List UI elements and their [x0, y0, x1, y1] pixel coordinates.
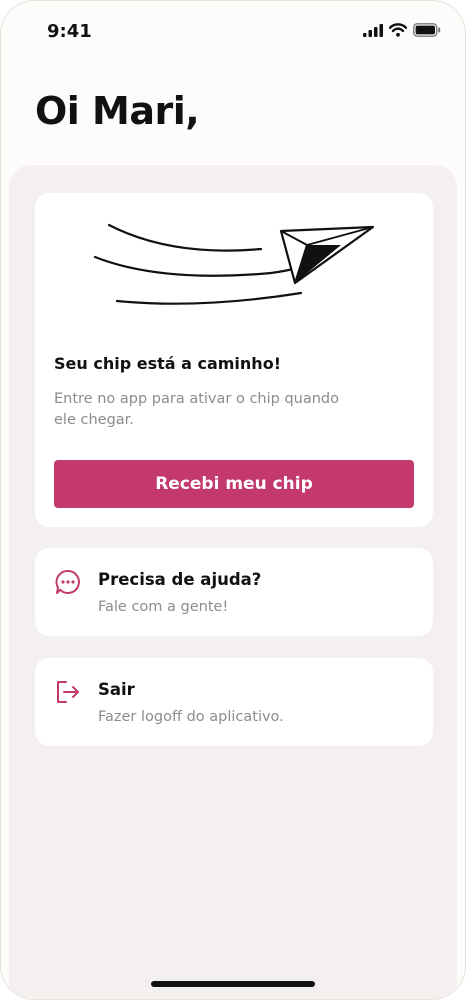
received-chip-button[interactable]: Recebi meu chip: [54, 460, 414, 508]
logout-card-subtitle: Fazer logoff do aplicativo.: [98, 709, 284, 725]
status-bar: 9:41: [1, 1, 465, 63]
status-time: 9:41: [47, 21, 92, 42]
phone-frame: 9:41 Oi Mari, Seu chip está a caminho! E…: [0, 0, 466, 1000]
logout-card-title: Sair: [98, 680, 135, 699]
logout-card[interactable]: Sair Fazer logoff do aplicativo.: [35, 658, 433, 746]
help-card-subtitle: Fale com a gente!: [98, 599, 229, 615]
cellular-signal-icon: [363, 23, 383, 37]
status-icons: [363, 23, 441, 37]
home-indicator[interactable]: [151, 981, 315, 987]
page-title: Oi Mari,: [35, 89, 200, 133]
chat-bubble-icon: [55, 569, 80, 594]
wifi-icon: [389, 23, 407, 37]
battery-icon: [413, 23, 441, 37]
paper-plane-illustration: [93, 223, 375, 305]
help-card[interactable]: Precisa de ajuda? Fale com a gente!: [35, 548, 433, 636]
logout-icon: [57, 681, 79, 703]
chip-status-card: Seu chip está a caminho! Entre no app pa…: [35, 193, 433, 527]
chip-card-title: Seu chip está a caminho!: [54, 354, 281, 373]
chip-card-description: Entre no app para ativar o chip quando e…: [54, 391, 339, 428]
help-card-title: Precisa de ajuda?: [98, 570, 262, 589]
